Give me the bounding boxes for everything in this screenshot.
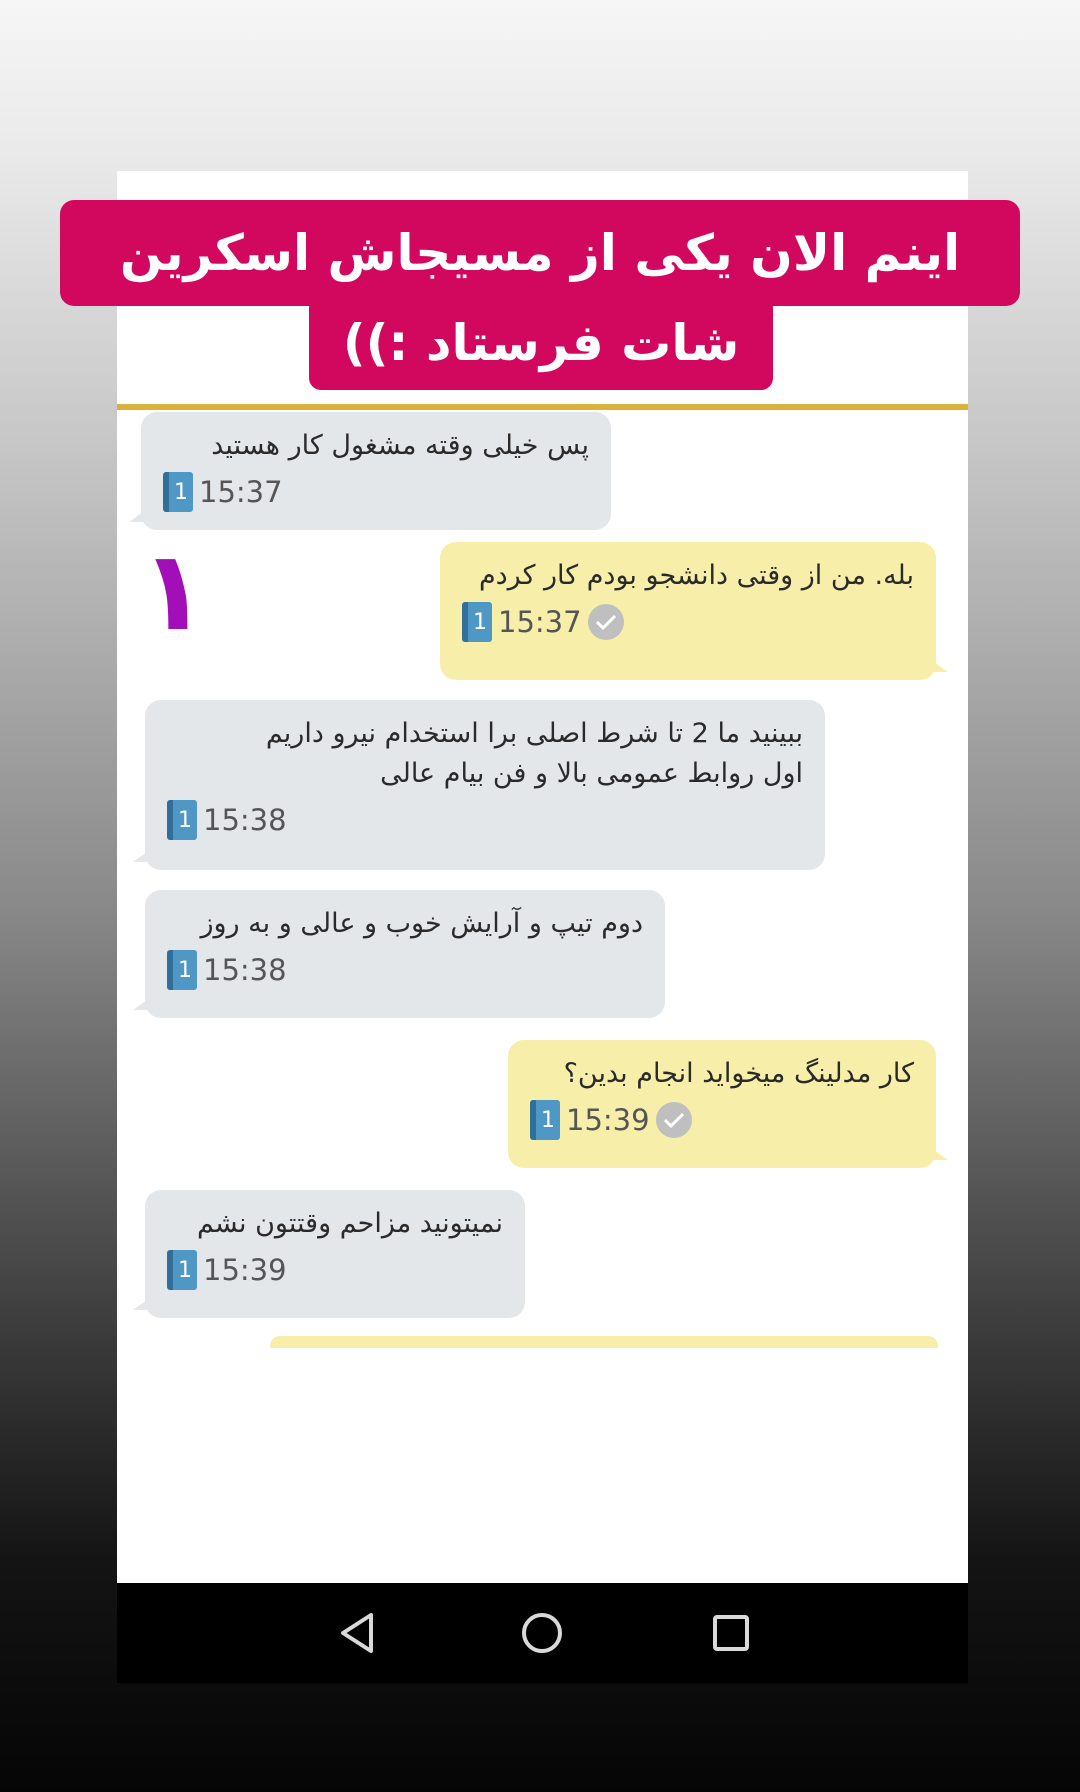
message-text: بله. من از وقتی دانشجو بودم کار کردم: [478, 560, 914, 591]
partial-message-bubble: [270, 1336, 938, 1348]
message-time: 15:37: [199, 475, 283, 509]
recents-icon[interactable]: [701, 1603, 761, 1663]
annotation-marker: ۱: [140, 527, 208, 655]
document-icon: 1: [167, 800, 197, 840]
back-icon[interactable]: [327, 1603, 387, 1663]
document-icon: 1: [530, 1100, 560, 1140]
caption-line-2: شات فرستاد :)): [309, 296, 773, 390]
message-bubble-outgoing[interactable]: بله. من از وقتی دانشجو بودم کار کردم 1 1…: [440, 542, 948, 680]
message-meta: 1 15:38: [167, 950, 643, 990]
message-text-line-1: ببینید ما 2 تا شرط اصلی برا استخدام نیرو…: [265, 718, 803, 749]
document-icon: 1: [167, 950, 197, 990]
message-bubble-outgoing[interactable]: کار مدلینگ میخواید انجام بدین؟ 1 15:39: [508, 1040, 948, 1168]
message-bubble-incoming[interactable]: نمیتونید مزاحم وقتتون نشم 1 15:39: [133, 1190, 525, 1318]
document-icon: 1: [462, 602, 492, 642]
message-time: 15:39: [566, 1103, 650, 1137]
message-text: پس خیلی وقته مشغول کار هستید: [211, 430, 589, 461]
home-icon[interactable]: [512, 1603, 572, 1663]
message-meta: 1 15:37: [163, 472, 589, 512]
message-bubble-incoming[interactable]: دوم تیپ و آرایش خوب و عالی و به روز 1 15…: [133, 890, 665, 1018]
message-meta: 1 15:38: [167, 800, 803, 840]
message-time: 15:39: [203, 1253, 287, 1287]
caption-line-1: اینم الان یکی از مسیجاش اسکرین: [60, 200, 1020, 306]
message-meta: 1 15:37: [462, 602, 914, 642]
message-text: دوم تیپ و آرایش خوب و عالی و به روز: [200, 908, 643, 939]
header-divider: [117, 404, 968, 410]
read-check-icon: [655, 1102, 692, 1138]
message-text: نمیتونید مزاحم وقتتون نشم: [196, 1208, 503, 1239]
document-icon: 1: [167, 1250, 197, 1290]
read-check-icon: [587, 604, 624, 640]
document-icon: 1: [163, 472, 193, 512]
navigation-bar: [117, 1583, 968, 1683]
message-bubble-incoming[interactable]: پس خیلی وقته مشغول کار هستید 1 15:37: [129, 412, 611, 530]
message-meta: 1 15:39: [167, 1250, 503, 1290]
message-time: 15:37: [498, 605, 582, 639]
message-meta: 1 15:39: [530, 1100, 914, 1140]
message-bubble-incoming[interactable]: ببینید ما 2 تا شرط اصلی برا استخدام نیرو…: [133, 700, 825, 870]
message-text-line-2: اول روابط عمومی بالا و فن بیام عالی: [380, 758, 803, 789]
message-text: کار مدلینگ میخواید انجام بدین؟: [563, 1058, 914, 1089]
message-time: 15:38: [203, 803, 287, 837]
message-time: 15:38: [203, 953, 287, 987]
